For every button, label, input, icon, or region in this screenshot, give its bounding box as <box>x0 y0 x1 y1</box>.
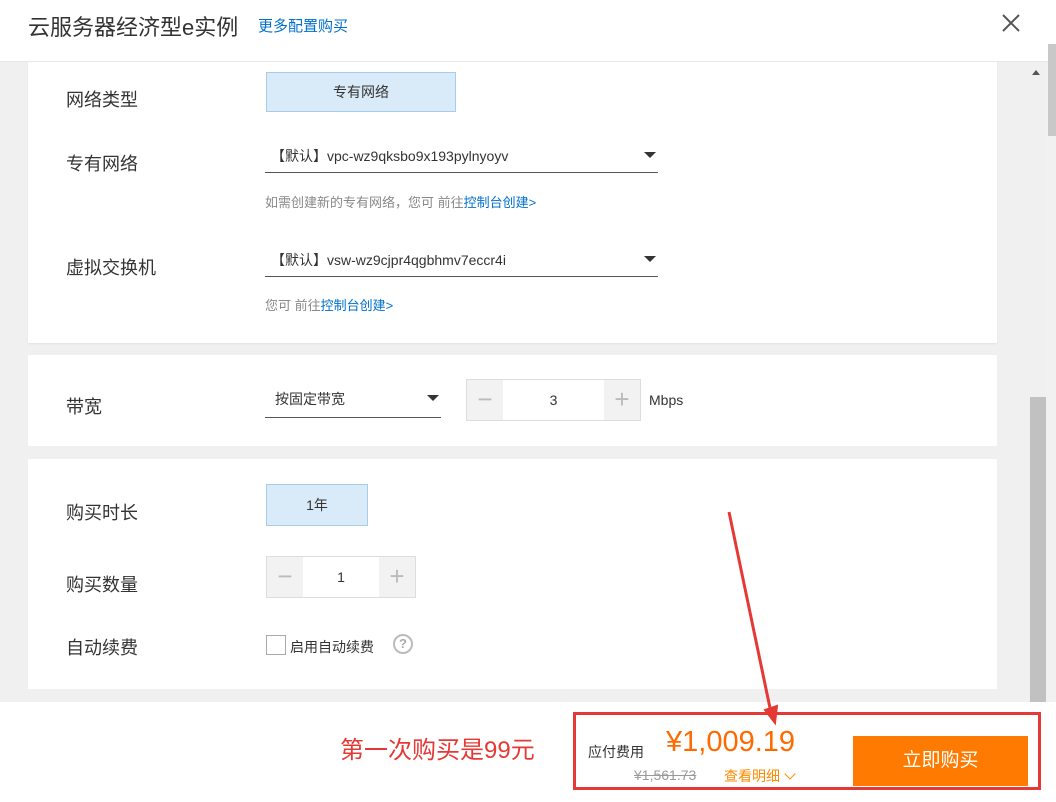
first-purchase-annotation: 第一次购买是99元 <box>340 737 535 764</box>
vpc-select-value: 【默认】vpc-wz9qksbo9x193pylnyoyv <box>271 148 509 164</box>
scroll-up-icon[interactable] <box>1032 70 1040 75</box>
quantity-label: 购买数量 <box>66 575 138 595</box>
bandwidth-unit: Mbps <box>649 392 684 408</box>
scrollbar-track[interactable] <box>1046 62 1056 702</box>
network-type-label: 网络类型 <box>66 90 138 110</box>
help-icon[interactable]: ? <box>393 634 413 654</box>
vswitch-hint-text: 您可 前往 <box>265 298 321 313</box>
quantity-stepper: − 1 + <box>266 556 416 598</box>
vpc-hint-text: 如需创建新的专有网络，您可 前往 <box>265 195 464 210</box>
vpc-label: 专有网络 <box>66 154 138 174</box>
vswitch-select[interactable]: 【默认】vsw-wz9cjpr4qgbhmv7eccr4i <box>265 242 658 277</box>
bandwidth-stepper: − 3 + <box>466 379 641 421</box>
vswitch-label: 虚拟交换机 <box>66 258 156 278</box>
quantity-decrement-button[interactable]: − <box>267 557 303 597</box>
chevron-down-icon <box>644 152 656 158</box>
autorenew-label: 自动续费 <box>66 638 138 658</box>
autorenew-checkbox[interactable] <box>266 635 286 655</box>
scrollbar-thumb[interactable] <box>1030 397 1046 702</box>
vswitch-console-create-link[interactable]: 控制台创建> <box>321 298 394 313</box>
quantity-increment-button[interactable]: + <box>379 557 415 597</box>
quantity-value[interactable]: 1 <box>303 557 379 597</box>
purchase-card: 购买时长 1年 购买数量 − 1 + 自动续费 启用自动续费 ? <box>28 459 997 689</box>
vpc-select[interactable]: 【默认】vpc-wz9qksbo9x193pylnyoyv <box>265 138 658 173</box>
vpc-console-create-link[interactable]: 控制台创建> <box>464 195 537 210</box>
dialog-title: 云服务器经济型e实例 <box>28 15 239 40</box>
original-price: ¥1,561.73 <box>634 767 697 783</box>
fee-label: 应付费用 <box>588 744 644 760</box>
bandwidth-mode-value: 按固定带宽 <box>275 391 345 407</box>
chevron-down-icon <box>644 256 656 262</box>
dialog-header: 云服务器经济型e实例 更多配置购买 <box>0 0 1056 62</box>
bandwidth-mode-select[interactable]: 按固定带宽 <box>265 381 441 418</box>
order-footer: 第一次购买是99元 应付费用 ¥1,009.19 ¥1,561.73 查看明细 … <box>0 702 1056 802</box>
autorenew-checkbox-label[interactable]: 启用自动续费 <box>290 637 374 657</box>
chevron-down-icon <box>427 395 439 401</box>
view-details-link[interactable]: 查看明细 <box>724 766 796 786</box>
bandwidth-card: 带宽 按固定带宽 − 3 + Mbps <box>28 355 997 446</box>
bandwidth-label: 带宽 <box>66 397 102 417</box>
chevron-down-icon <box>784 768 796 780</box>
bandwidth-value[interactable]: 3 <box>503 380 604 420</box>
buy-now-button[interactable]: 立即购买 <box>853 736 1028 786</box>
duration-label: 购买时长 <box>66 503 138 523</box>
scrollbar-thumb-outer[interactable] <box>1048 44 1056 136</box>
view-details-label: 查看明细 <box>724 768 780 784</box>
more-config-link[interactable]: 更多配置购买 <box>258 15 348 36</box>
network-card: 网络类型 专有网络 专有网络 【默认】vpc-wz9qksbo9x193pyln… <box>28 62 997 343</box>
bandwidth-increment-button[interactable]: + <box>604 380 640 420</box>
bandwidth-decrement-button[interactable]: − <box>467 380 503 420</box>
duration-option-1-year[interactable]: 1年 <box>266 484 368 526</box>
vswitch-hint: 您可 前往控制台创建> <box>265 295 393 314</box>
config-scroll-area: 网络类型 专有网络 专有网络 【默认】vpc-wz9qksbo9x193pyln… <box>0 62 1046 702</box>
total-price: ¥1,009.19 <box>666 726 796 758</box>
close-icon[interactable] <box>999 11 1023 35</box>
vswitch-select-value: 【默认】vsw-wz9cjpr4qgbhmv7eccr4i <box>271 252 506 268</box>
vpc-hint: 如需创建新的专有网络，您可 前往控制台创建> <box>265 192 536 211</box>
network-type-option-vpc[interactable]: 专有网络 <box>266 72 456 112</box>
